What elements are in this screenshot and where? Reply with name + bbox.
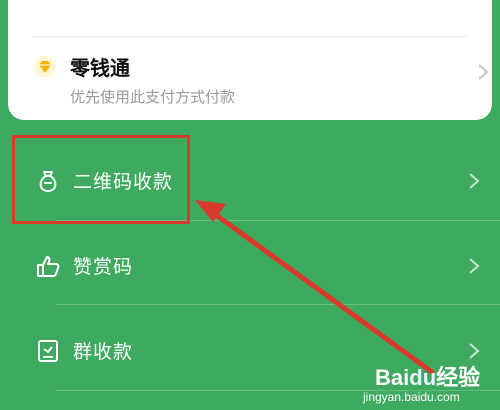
card-divider	[32, 36, 468, 37]
payment-method-subtitle: 优先使用此支付方式付款	[70, 88, 236, 106]
payment-method-title: 零钱通	[70, 56, 130, 80]
chevron-right-icon	[478, 64, 489, 80]
menu-item-label: 赞赏码	[73, 256, 134, 278]
highlight-box	[12, 135, 190, 224]
baidu-watermark: Baidu经验 jingyan.baidu.com	[355, 360, 500, 410]
menu-item-label: 群收款	[73, 341, 134, 363]
chevron-right-icon	[469, 258, 480, 274]
watermark-url: jingyan.baidu.com	[363, 390, 460, 404]
diamond-icon	[34, 56, 56, 78]
receipt-icon	[38, 340, 58, 362]
watermark-logo: Baidu经验	[375, 365, 481, 390]
chevron-right-icon	[469, 343, 480, 359]
thumbs-up-icon	[37, 256, 60, 277]
divider	[56, 304, 500, 305]
menu-item-reward-code[interactable]: 赞赏码	[0, 222, 500, 306]
chevron-right-icon	[469, 173, 480, 189]
payment-method-card[interactable]: 零钱通 优先使用此支付方式付款	[8, 0, 492, 120]
